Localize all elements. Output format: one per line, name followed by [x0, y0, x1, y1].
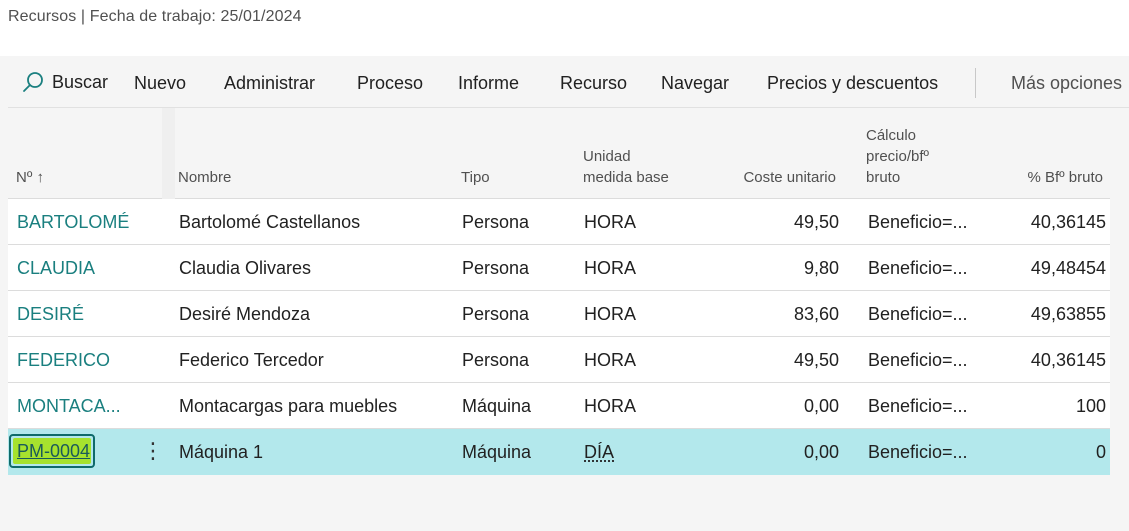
resource-no-link[interactable]: DESIRÉ: [17, 291, 137, 336]
resource-unit-cost: 0,00: [803, 442, 839, 462]
column-header-price-calc-line3: bruto: [866, 169, 901, 186]
resource-base-unit: HORA: [584, 212, 637, 232]
resource-type: Persona: [462, 258, 530, 278]
sort-ascending-icon: ↑: [36, 169, 44, 186]
search-button[interactable]: Buscar: [22, 56, 108, 108]
column-header-name[interactable]: Nombre: [178, 167, 231, 188]
process-menu[interactable]: Proceso: [357, 56, 423, 108]
resource-no-link[interactable]: BARTOLOMÉ: [17, 199, 137, 244]
column-header-no-label: Nº: [16, 169, 33, 186]
header-shade: [162, 108, 175, 199]
resource-name: Claudia Olivares: [179, 258, 312, 278]
resource-price-calc: Beneficio=...: [868, 258, 968, 278]
resource-name: Desiré Mendoza: [179, 304, 311, 324]
column-header-unit-cost[interactable]: Coste unitario: [708, 167, 836, 188]
table-row[interactable]: CLAUDIA Claudia Olivares Persona HORA 9,…: [8, 245, 1110, 291]
column-header-profit-pct[interactable]: % Bfº bruto: [993, 167, 1103, 188]
resource-type: Persona: [462, 304, 530, 324]
table-row[interactable]: FEDERICO Federico Tercedor Persona HORA …: [8, 337, 1110, 383]
table-row-selected[interactable]: PM-0004 ⋮ Máquina 1 Máquina DÍA 0,00 Ben…: [8, 429, 1110, 475]
resource-no-link[interactable]: CLAUDIA: [17, 245, 137, 290]
resource-unit-cost: 83,60: [793, 304, 839, 324]
resource-profit-pct: 49,63855: [1030, 304, 1106, 324]
resource-price-calc: Beneficio=...: [868, 442, 968, 462]
resource-name: Máquina 1: [179, 442, 264, 462]
prices-discounts-menu[interactable]: Precios y descuentos: [767, 56, 938, 108]
resource-price-calc: Beneficio=...: [868, 396, 968, 416]
resource-base-unit: HORA: [584, 258, 637, 278]
resource-name: Federico Tercedor: [179, 350, 324, 370]
new-button[interactable]: Nuevo: [134, 56, 186, 108]
column-header-no[interactable]: Nº ↑: [16, 167, 44, 188]
resource-price-calc: Beneficio=...: [868, 350, 968, 370]
resource-price-calc: Beneficio=...: [868, 304, 968, 324]
column-header-base-unit-line2: medida base: [583, 169, 669, 186]
resource-profit-pct: 40,36145: [1030, 212, 1106, 232]
search-label: Buscar: [52, 71, 109, 92]
column-header-price-calc[interactable]: Cálculo precio/bfº bruto: [866, 125, 929, 188]
resource-unit-cost: 49,50: [793, 212, 839, 232]
table-row[interactable]: MONTACA... Montacargas para muebles Máqu…: [8, 383, 1110, 429]
resources-list: Nº ↑ Nombre Tipo Unidad medida base Cost…: [8, 108, 1110, 475]
row-actions-icon[interactable]: ⋮: [142, 429, 164, 474]
report-menu[interactable]: Informe: [458, 56, 519, 108]
resource-profit-pct: 0: [1095, 442, 1106, 462]
resource-unit-cost: 0,00: [803, 396, 839, 416]
resource-type: Persona: [462, 212, 530, 232]
column-header-price-calc-line1: Cálculo: [866, 127, 917, 144]
resource-unit-cost: 49,50: [793, 350, 839, 370]
manage-menu[interactable]: Administrar: [224, 56, 315, 108]
resource-unit-cost: 9,80: [803, 258, 839, 278]
resource-profit-pct: 40,36145: [1030, 350, 1106, 370]
column-header-type[interactable]: Tipo: [461, 167, 490, 188]
resource-base-unit: HORA: [584, 350, 637, 370]
navigate-menu[interactable]: Navegar: [661, 56, 729, 108]
resource-no-link[interactable]: MONTACA...: [17, 383, 137, 428]
resource-name: Montacargas para muebles: [179, 396, 398, 416]
resource-price-calc: Beneficio=...: [868, 212, 968, 232]
column-header-price-calc-line2: precio/bfº: [866, 148, 930, 165]
resource-base-unit: HORA: [584, 304, 637, 324]
resource-name: Bartolomé Castellanos: [179, 212, 361, 232]
resource-no-link[interactable]: FEDERICO: [17, 337, 137, 382]
resource-menu[interactable]: Recurso: [560, 56, 627, 108]
page-caption: Recursos | Fecha de trabajo: 25/01/2024: [8, 8, 302, 25]
title-area: Recursos | Fecha de trabajo: 25/01/2024: [0, 0, 1129, 56]
more-options-button[interactable]: Más opciones: [1011, 56, 1122, 108]
column-header-base-unit-line1: Unidad: [583, 148, 631, 165]
resource-base-unit-lookup[interactable]: DÍA: [584, 429, 614, 474]
resource-profit-pct: 100: [1075, 396, 1106, 416]
resource-profit-pct: 49,48454: [1030, 258, 1106, 278]
resource-base-unit: HORA: [584, 396, 637, 416]
resource-type: Máquina: [462, 442, 532, 462]
search-icon: [23, 72, 43, 92]
list-page: Buscar Nuevo Administrar Proceso Informe…: [0, 56, 1129, 531]
table-row[interactable]: BARTOLOMÉ Bartolomé Castellanos Persona …: [8, 199, 1110, 245]
toolbar-separator: [975, 68, 976, 98]
table-row[interactable]: DESIRÉ Desiré Mendoza Persona HORA 83,60…: [8, 291, 1110, 337]
column-header-row: Nº ↑ Nombre Tipo Unidad medida base Cost…: [8, 108, 1110, 199]
resource-no-link[interactable]: PM-0004: [13, 438, 91, 464]
column-header-base-unit[interactable]: Unidad medida base: [583, 146, 669, 188]
resource-type: Persona: [462, 350, 530, 370]
resource-type: Máquina: [462, 396, 532, 416]
action-bar: Buscar Nuevo Administrar Proceso Informe…: [8, 56, 1129, 108]
resource-no-focus-box[interactable]: PM-0004: [9, 434, 95, 468]
